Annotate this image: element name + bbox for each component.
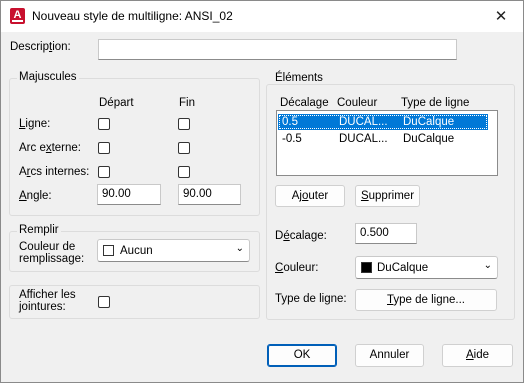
joints-checkbox[interactable] bbox=[98, 296, 110, 308]
linetype-button[interactable]: Type de ligne... bbox=[355, 289, 497, 311]
caps-outer-arc-start-checkbox[interactable] bbox=[98, 142, 110, 154]
cancel-button[interactable]: Annuler bbox=[355, 344, 424, 367]
ok-button[interactable]: OK bbox=[267, 344, 337, 367]
chevron-down-icon: ⌄ bbox=[483, 260, 492, 271]
caps-outer-arc-end-checkbox[interactable] bbox=[178, 142, 190, 154]
fill-color-swatch bbox=[103, 245, 114, 256]
elements-row-color: DUCAL... bbox=[339, 116, 388, 128]
elements-row[interactable]: 0.5 DUCAL... DuCalque bbox=[278, 114, 488, 130]
caps-line-label: Ligne: bbox=[19, 118, 51, 130]
elements-col-linetype: Type de ligne bbox=[401, 97, 470, 109]
caps-outer-arc-label: Arc externe: bbox=[19, 142, 82, 154]
delete-element-button[interactable]: Supprimer bbox=[355, 185, 420, 207]
fill-color-dropdown[interactable]: Aucun ⌄ bbox=[97, 239, 250, 262]
elements-row-offset: -0.5 bbox=[282, 133, 302, 145]
close-icon[interactable]: ✕ bbox=[479, 1, 523, 32]
element-color-label: Couleur: bbox=[275, 262, 319, 274]
element-color-swatch bbox=[361, 262, 372, 273]
element-color-dropdown[interactable]: DuCalque ⌄ bbox=[355, 256, 498, 279]
caps-inner-arcs-start-checkbox[interactable] bbox=[98, 166, 110, 178]
caps-start-header: Départ bbox=[99, 97, 134, 109]
elements-list[interactable]: 0.5 DUCAL... DuCalque -0.5 DUCAL... DuCa… bbox=[276, 110, 498, 176]
window-title: Nouveau style de multiligne: ANSI_02 bbox=[32, 9, 233, 23]
caps-angle-start-input[interactable]: 90.00 bbox=[97, 184, 161, 205]
element-offset-input[interactable]: 0.500 bbox=[355, 223, 417, 244]
elements-row-linetype: DuCalque bbox=[403, 116, 455, 128]
fill-color-value: Aucun bbox=[120, 245, 153, 257]
caps-end-header: Fin bbox=[179, 97, 195, 109]
elements-row-color: DUCAL... bbox=[339, 133, 388, 145]
elements-col-color: Couleur bbox=[337, 97, 378, 109]
joints-label: Afficher les jointures: bbox=[19, 289, 76, 313]
element-linetype-label: Type de ligne: bbox=[275, 293, 347, 305]
caps-inner-arcs-end-checkbox[interactable] bbox=[178, 166, 190, 178]
elements-row-offset: 0.5 bbox=[282, 116, 298, 128]
chevron-down-icon: ⌄ bbox=[235, 243, 244, 254]
caps-group-title: Majuscules bbox=[17, 71, 79, 83]
element-offset-label: Décalage: bbox=[275, 230, 327, 242]
element-color-value: DuCalque bbox=[377, 262, 429, 274]
help-button[interactable]: Aide bbox=[442, 344, 513, 367]
elements-row-linetype: DuCalque bbox=[403, 133, 455, 145]
caps-line-start-checkbox[interactable] bbox=[98, 118, 110, 130]
description-label: Description: bbox=[10, 41, 71, 53]
autocad-app-icon: A bbox=[10, 8, 25, 24]
elements-group-title: Éléments bbox=[273, 72, 325, 84]
caps-angle-label: Angle: bbox=[19, 190, 52, 202]
title-bar: A Nouveau style de multiligne: ANSI_02 ✕ bbox=[1, 1, 523, 32]
dialog-window: A Nouveau style de multiligne: ANSI_02 ✕… bbox=[0, 0, 524, 383]
caps-angle-end-input[interactable]: 90.00 bbox=[178, 184, 241, 205]
fill-group-title: Remplir bbox=[17, 224, 61, 236]
caps-inner-arcs-label: Arcs internes: bbox=[19, 166, 90, 178]
caps-line-end-checkbox[interactable] bbox=[178, 118, 190, 130]
elements-col-offset: Décalage bbox=[280, 97, 329, 109]
fill-color-label: Couleur de remplissage: bbox=[19, 241, 85, 265]
add-element-button[interactable]: Ajouter bbox=[275, 185, 345, 207]
elements-row[interactable]: -0.5 DUCAL... DuCalque bbox=[278, 131, 488, 147]
description-input[interactable] bbox=[98, 39, 457, 60]
